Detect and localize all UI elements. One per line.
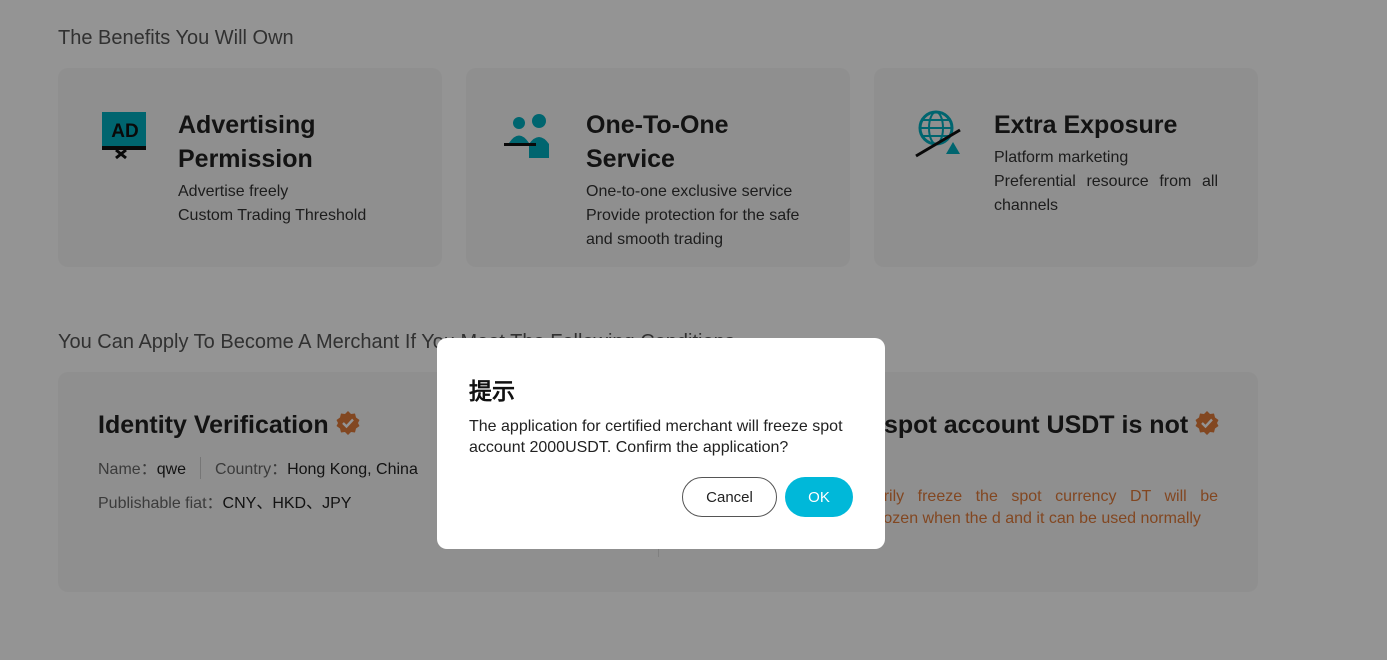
dialog-title: 提示: [469, 378, 515, 404]
cancel-button[interactable]: Cancel: [682, 477, 777, 517]
modal-overlay[interactable]: [0, 0, 1387, 660]
ok-button[interactable]: OK: [785, 477, 853, 517]
merchant-apply-page: The Benefits You Will Own AD Advertising…: [0, 0, 1387, 660]
confirm-dialog: 提示 The application for certified merchan…: [437, 338, 885, 549]
dialog-message: The application for certified merchant w…: [469, 418, 843, 456]
